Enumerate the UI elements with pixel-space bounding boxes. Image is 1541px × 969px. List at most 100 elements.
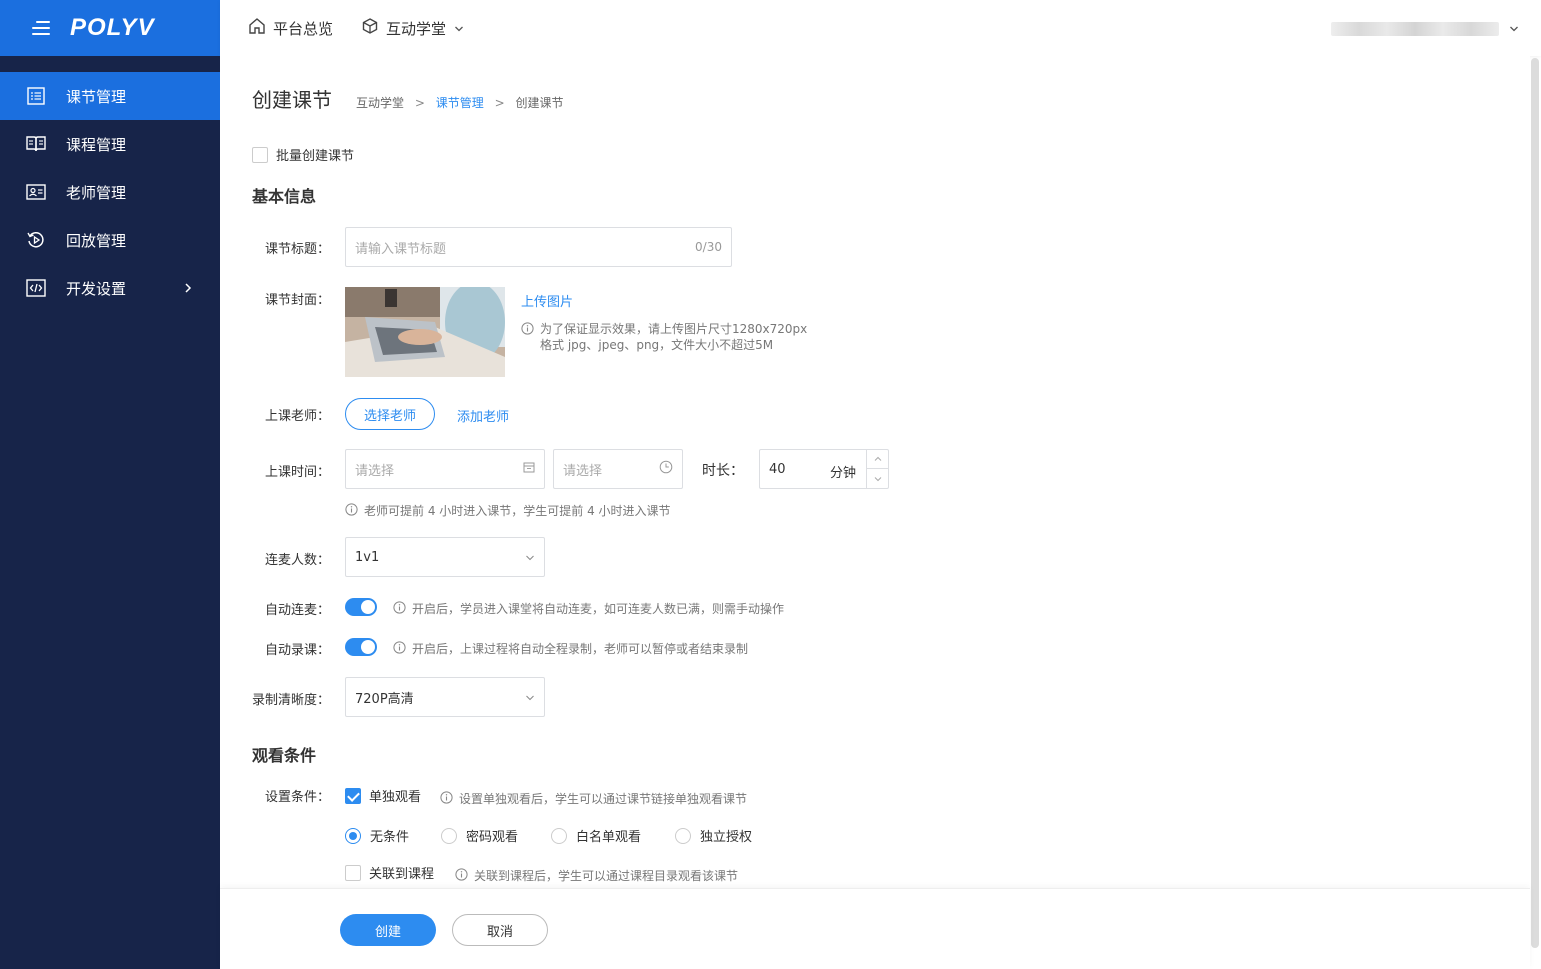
breadcrumb-separator: > — [414, 96, 425, 110]
info-icon — [345, 503, 358, 519]
info-icon — [393, 641, 406, 657]
platform-overview-label: 平台总览 — [273, 19, 334, 38]
single-watch-hint: 设置单独观看后，学生可以通过课节链接单独观看课节 — [440, 790, 747, 807]
breadcrumb: 互动学堂 > 课节管理 > 创建课节 — [356, 94, 563, 111]
cancel-button[interactable]: 取消 — [452, 914, 548, 946]
sidebar-item-dev-settings[interactable]: 开发设置 — [0, 264, 220, 312]
decrement-button[interactable] — [867, 469, 888, 488]
mic-count-label: 连麦人数： — [264, 553, 330, 568]
time-hint: 老师可提前 4 小时进入课节，学生可提前 4 小时进入课节 — [345, 502, 671, 519]
vertical-scrollbar[interactable] — [1531, 58, 1539, 948]
radio-label: 白名单观看 — [576, 830, 642, 845]
sidebar-item-label: 开发设置 — [66, 279, 127, 298]
auto-mic-hint-text: 开启后，学员进入课堂将自动连麦，如可连麦人数已满，则需手动操作 — [412, 602, 785, 616]
auto-mic-toggle[interactable] — [345, 598, 377, 616]
time-placeholder: 请选择 — [563, 463, 603, 479]
code-icon — [25, 277, 47, 299]
add-teacher-link[interactable]: 添加老师 — [457, 406, 509, 425]
link-course-checkbox[interactable] — [345, 864, 361, 881]
radio-label: 密码观看 — [466, 830, 519, 845]
teacher-label: 上课老师： — [264, 409, 330, 424]
batch-create-option[interactable]: 批量创建课节 — [252, 145, 354, 164]
single-watch-checkbox[interactable] — [345, 787, 361, 804]
sidebar-item-label: 课程管理 — [66, 135, 127, 154]
upload-hint-line: 为了保证显示效果，请上传图片尺寸1280x720px — [540, 322, 808, 336]
single-watch-hint-text: 设置单独观看后，学生可以通过课节链接单独观看课节 — [459, 792, 748, 806]
interactive-classroom-label: 互动学堂 — [386, 19, 447, 38]
sidebar-item-lessons[interactable]: 课节管理 — [0, 72, 220, 120]
duration-unit: 分钟 — [829, 466, 856, 481]
duration-label: 时长： — [702, 463, 744, 479]
auto-record-toggle[interactable] — [345, 638, 377, 656]
info-icon — [455, 868, 468, 884]
main-content: 创建课节 互动学堂 > 课节管理 > 创建课节 批量创建课节 基本信息 课节标题… — [220, 56, 1530, 888]
breadcrumb-item[interactable]: 课节管理 — [436, 96, 484, 110]
time-picker[interactable]: 请选择 — [553, 449, 683, 489]
record-quality-select[interactable]: 720P高清 — [345, 677, 545, 717]
clock-icon — [659, 460, 673, 478]
auto-mic-hint: 开启后，学员进入课堂将自动连麦，如可连麦人数已满，则需手动操作 — [393, 600, 784, 617]
single-watch-label: 单独观看 — [369, 790, 422, 805]
create-button[interactable]: 创建 — [340, 914, 436, 946]
select-teacher-button[interactable]: 选择老师 — [345, 398, 436, 430]
chevron-right-icon — [184, 280, 192, 298]
lesson-cover-label: 课节封面： — [264, 293, 330, 308]
condition-label: 设置条件： — [264, 790, 330, 805]
sidebar-item-teachers[interactable]: 老师管理 — [0, 168, 220, 216]
auto-mic-label: 自动连麦： — [264, 603, 330, 618]
lesson-title-input[interactable]: 请输入课节标题 0/30 — [345, 227, 732, 267]
batch-create-checkbox[interactable] — [252, 146, 268, 163]
breadcrumb-separator: > — [494, 96, 505, 110]
info-icon — [393, 601, 406, 617]
breadcrumb-item[interactable]: 互动学堂 — [356, 96, 404, 110]
radio-button[interactable] — [441, 827, 457, 844]
list-icon — [25, 85, 47, 107]
duration-stepper[interactable]: 40 分钟 — [759, 449, 889, 489]
radio-button[interactable] — [675, 827, 691, 844]
auto-record-hint-text: 开启后，上课过程将自动全程录制，老师可以暂停或者结束录制 — [412, 642, 749, 656]
single-watch-option[interactable]: 单独观看 — [345, 786, 421, 805]
sidebar-item-courses[interactable]: 课程管理 — [0, 120, 220, 168]
link-course-option[interactable]: 关联到课程 — [345, 863, 434, 882]
link-course-label: 关联到课程 — [369, 867, 435, 882]
form-footer: 创建 取消 — [220, 888, 1530, 969]
platform-overview-link[interactable]: 平台总览 — [248, 17, 333, 39]
page-header: 创建课节 互动学堂 > 课节管理 > 创建课节 — [252, 84, 563, 113]
chevron-down-icon[interactable] — [1509, 22, 1519, 37]
menu-toggle-icon[interactable] — [30, 20, 50, 36]
radio-button[interactable] — [345, 827, 361, 844]
sidebar-item-replays[interactable]: 回放管理 — [0, 216, 220, 264]
sidebar: POLYV 课节管理 课程管理 老师管理 回放管理 开发设置 — [0, 0, 220, 969]
watch-conditions-heading: 观看条件 — [252, 746, 317, 765]
date-picker[interactable]: 请选择 — [345, 449, 545, 489]
brand-logo: POLYV — [70, 14, 155, 41]
radio-button[interactable] — [551, 827, 567, 844]
link-course-hint: 关联到课程后，学生可以通过课程目录观看该课节 — [455, 867, 738, 884]
time-hint-text: 老师可提前 4 小时进入课节，学生可提前 4 小时进入课节 — [364, 504, 671, 518]
interactive-classroom-dropdown[interactable]: 互动学堂 — [361, 17, 471, 39]
chevron-down-icon — [525, 550, 535, 565]
basic-info-heading: 基本信息 — [252, 187, 317, 206]
radio-password[interactable]: 密码观看 — [441, 826, 518, 845]
increment-button[interactable] — [867, 450, 888, 469]
upload-hint: 为了保证显示效果，请上传图片尺寸1280x720px 格式 jpg、jpeg、p… — [521, 321, 807, 353]
cube-icon — [361, 17, 386, 39]
chevron-down-icon — [454, 19, 471, 37]
chevron-down-icon — [525, 690, 535, 705]
radio-no-condition[interactable]: 无条件 — [345, 826, 409, 845]
record-quality-label: 录制清晰度： — [251, 693, 330, 708]
radio-independent-auth[interactable]: 独立授权 — [675, 826, 752, 845]
radio-label: 独立授权 — [700, 830, 753, 845]
radio-whitelist[interactable]: 白名单观看 — [551, 826, 641, 845]
info-icon — [521, 322, 534, 338]
mic-count-select[interactable]: 1v1 — [345, 537, 545, 577]
record-quality-value: 720P高清 — [355, 691, 414, 707]
book-icon — [25, 133, 47, 155]
upload-image-link[interactable]: 上传图片 — [521, 291, 573, 310]
link-course-hint-text: 关联到课程后，学生可以通过课程目录观看该课节 — [474, 869, 739, 883]
lesson-title-label: 课节标题： — [264, 242, 330, 257]
cover-image — [345, 287, 505, 377]
radio-label: 无条件 — [370, 830, 410, 845]
user-account-name[interactable] — [1331, 22, 1499, 36]
lesson-title-placeholder: 请输入课节标题 — [355, 241, 447, 257]
